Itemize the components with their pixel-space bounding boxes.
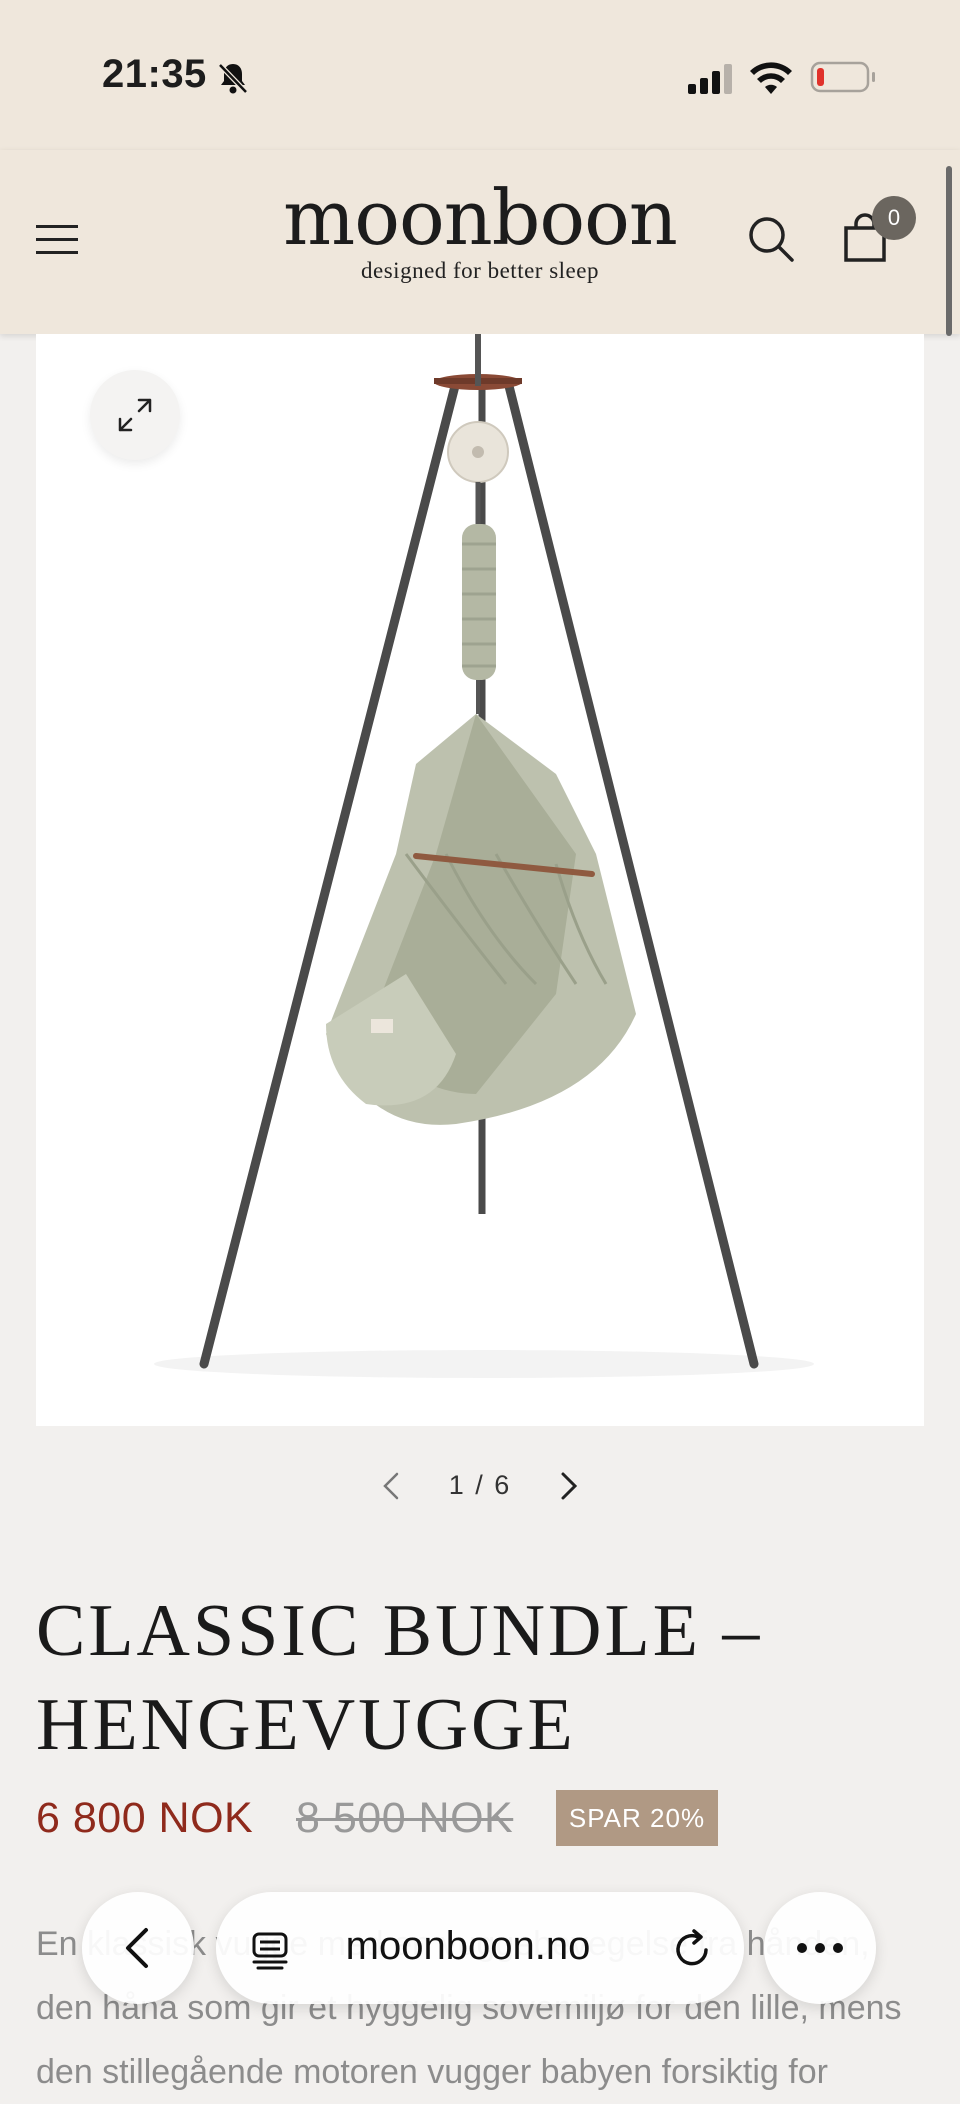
hanging-cradle-illustration bbox=[154, 334, 814, 1378]
expand-image-button[interactable] bbox=[90, 370, 180, 460]
back-icon bbox=[126, 1928, 148, 1968]
sale-price: 6 800 NOK bbox=[36, 1794, 254, 1842]
menu-icon[interactable] bbox=[34, 222, 80, 258]
discount-badge: SPAR 20% bbox=[556, 1790, 718, 1846]
reload-icon[interactable] bbox=[670, 1928, 714, 1972]
url-text[interactable]: moonboon.no bbox=[308, 1924, 628, 1969]
logo-wordmark: moonboon bbox=[283, 173, 678, 262]
cart-count-badge: 0 bbox=[872, 196, 916, 240]
status-bar: 21:35 bbox=[0, 0, 960, 150]
scrollbar-thumb[interactable] bbox=[946, 166, 952, 336]
more-icon bbox=[797, 1943, 843, 1953]
battery-low-icon bbox=[810, 61, 875, 93]
wifi-icon bbox=[750, 62, 792, 94]
product-image[interactable] bbox=[36, 334, 924, 1426]
logo[interactable]: moonboon designed for better sleep bbox=[280, 176, 680, 284]
expand-icon bbox=[118, 398, 152, 432]
cellular-signal-icon bbox=[688, 64, 732, 94]
image-counter: 1 / 6 bbox=[448, 1470, 512, 1500]
product-title: CLASSIC BUNDLE – HENGEVUGGE bbox=[36, 1590, 763, 1766]
chevron-left-icon[interactable] bbox=[376, 1470, 408, 1502]
browser-more-button[interactable] bbox=[764, 1892, 876, 2004]
price-row: 6 800 NOK 8 500 NOK SPAR 20% bbox=[36, 1790, 936, 1846]
bell-slash-icon bbox=[218, 63, 248, 94]
search-icon[interactable] bbox=[746, 214, 796, 264]
reader-icon[interactable] bbox=[250, 1930, 290, 1970]
original-price: 8 500 NOK bbox=[296, 1794, 514, 1842]
site-header: moonboon designed for better sleep 0 bbox=[0, 150, 960, 334]
image-pager: 1 / 6 bbox=[376, 1466, 584, 1506]
chevron-right-icon[interactable] bbox=[552, 1470, 584, 1502]
status-time: 21:35 bbox=[102, 52, 207, 96]
address-bar[interactable]: moonboon.no bbox=[216, 1892, 744, 2004]
browser-back-button[interactable] bbox=[82, 1892, 194, 2004]
